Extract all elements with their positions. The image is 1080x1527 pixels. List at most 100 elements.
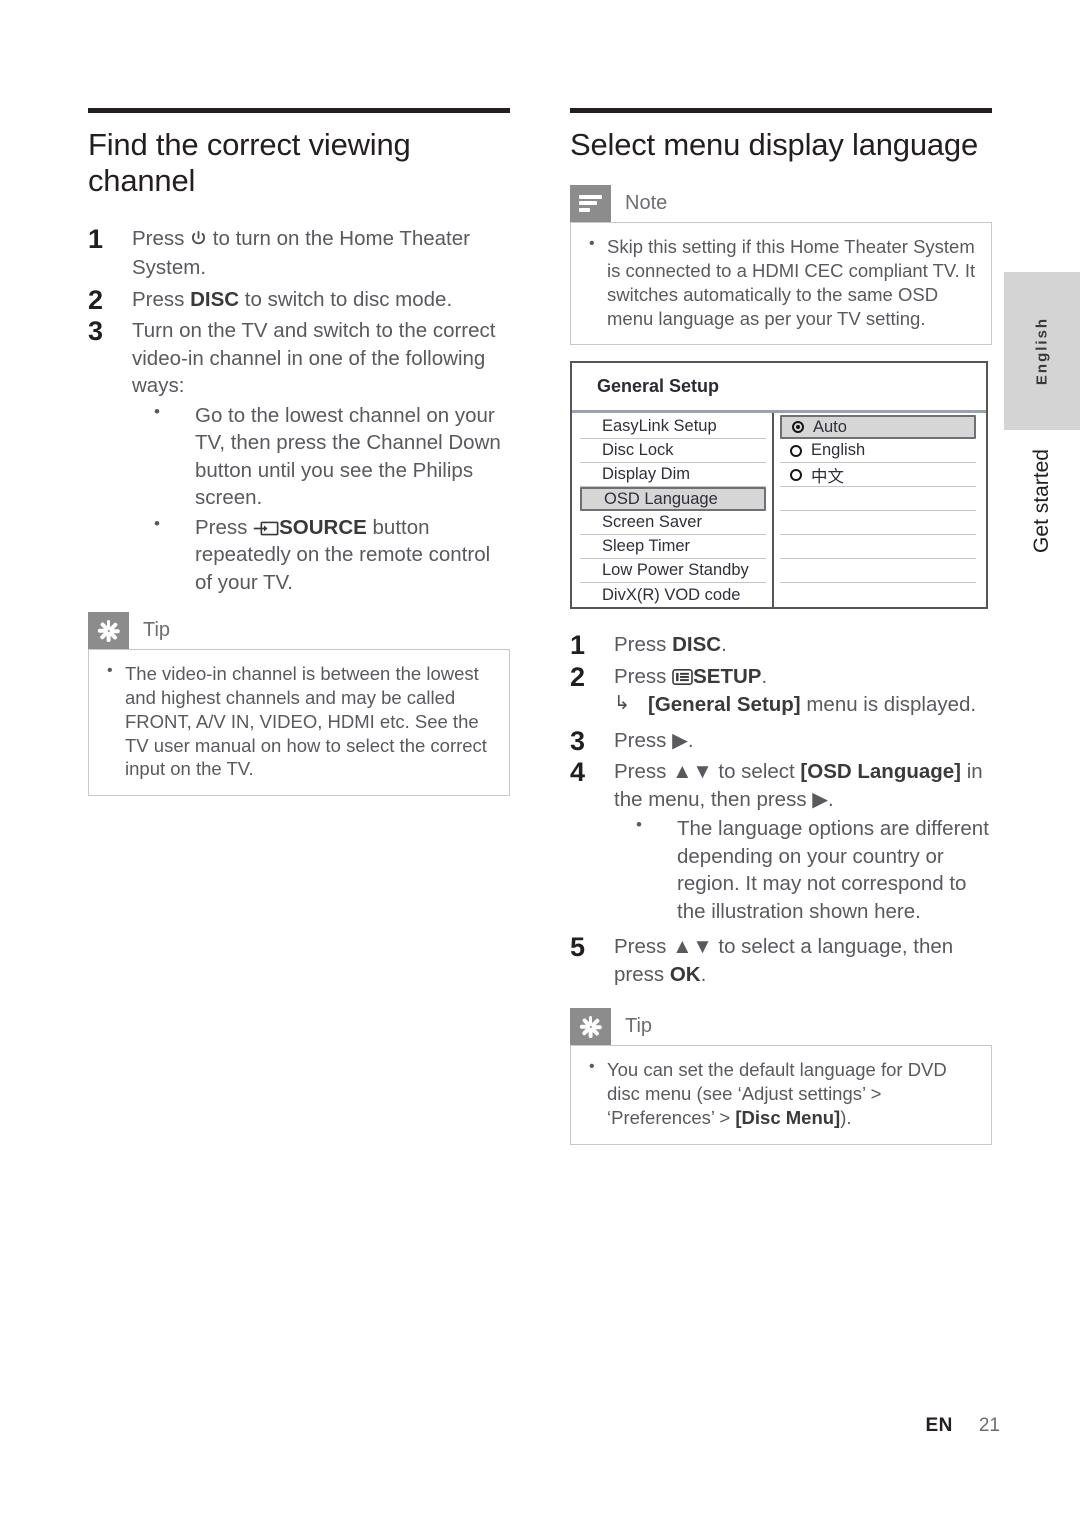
osd-option[interactable]: English bbox=[780, 439, 976, 464]
page-footer: EN 21 bbox=[0, 1415, 1000, 1437]
step-text-post: to switch to disc mode. bbox=[239, 287, 453, 311]
tip-text: You can set the default language for DVD… bbox=[585, 1057, 977, 1130]
tip-label: Tip bbox=[625, 1015, 653, 1038]
step-key-label: [OSD Language] bbox=[800, 760, 962, 784]
step-key-label: DISC bbox=[190, 287, 240, 311]
step-item: 1 Press DISC. bbox=[570, 630, 992, 660]
step-sub-bullets: The language options are different depen… bbox=[614, 814, 992, 925]
step-number: 5 bbox=[570, 932, 586, 963]
step-item: 3 Turn on the TV and switch to the corre… bbox=[88, 316, 510, 596]
note-lines-icon bbox=[570, 184, 611, 222]
tip-body: The video-in channel is between the lowe… bbox=[88, 649, 510, 797]
osd-option-empty bbox=[780, 511, 976, 536]
step-text-post: ▶. bbox=[672, 728, 694, 752]
radio-on-icon bbox=[792, 421, 804, 434]
right-column: Select menu display language Note Skip t… bbox=[570, 108, 992, 1145]
power-icon bbox=[190, 227, 207, 254]
step-number: 3 bbox=[88, 316, 104, 347]
section-rule-left bbox=[88, 108, 510, 113]
osd-option-label: Auto bbox=[813, 417, 847, 436]
result-menu-name: [General Setup] bbox=[648, 693, 801, 717]
list-item: The language options are different depen… bbox=[614, 814, 992, 925]
osd-option-empty bbox=[780, 583, 976, 607]
section-rule-right bbox=[570, 108, 992, 113]
sparkle-icon bbox=[570, 1008, 611, 1046]
step-text-post: . bbox=[721, 633, 727, 657]
step-item: 3 Press ▶. bbox=[570, 726, 992, 756]
radio-off-icon bbox=[790, 444, 802, 457]
tip-callout-left: Tip The video-in channel is between the … bbox=[88, 612, 510, 797]
step-item: 1 Press to turn on the Home Theater Syst… bbox=[88, 224, 510, 282]
osd-option-label: English bbox=[811, 441, 866, 460]
osd-option-selected[interactable]: Auto bbox=[780, 415, 976, 440]
step-key-label: OK bbox=[669, 962, 701, 986]
side-tab-chapter: Get started bbox=[1004, 436, 1080, 566]
osd-option-label: 中文 bbox=[811, 467, 844, 486]
osd-menu-item[interactable]: Display Dim bbox=[580, 463, 766, 488]
tip-menu-name: [Disc Menu] bbox=[735, 1106, 841, 1128]
osd-option-empty bbox=[780, 487, 976, 512]
footer-language-code: EN bbox=[925, 1415, 953, 1436]
step-text-pre: Press bbox=[614, 728, 673, 752]
page-number: 21 bbox=[978, 1415, 1000, 1436]
step-text-pre: Press bbox=[614, 664, 673, 688]
osd-menu-item[interactable]: EasyLink Setup bbox=[580, 415, 766, 440]
note-label: Note bbox=[625, 191, 668, 214]
tip-callout-right: Tip You can set the default language for… bbox=[570, 1008, 992, 1145]
step-item: 2 Press DISC to switch to disc mode. bbox=[88, 285, 510, 315]
tip-label: Tip bbox=[143, 619, 171, 641]
step-sub-bullets: Go to the lowest channel on your TV, the… bbox=[132, 401, 510, 596]
step-text-post: . bbox=[700, 962, 707, 986]
note-callout: Note Skip this setting if this Home Thea… bbox=[570, 184, 992, 346]
step-key-label: DISC bbox=[672, 633, 722, 657]
osd-menu-item[interactable]: Screen Saver bbox=[580, 511, 766, 536]
step-item: 2 Press SETUP. ↳ [General Setup] menu is … bbox=[570, 662, 992, 719]
note-body: Skip this setting if this Home Theater S… bbox=[570, 221, 992, 346]
step-text-pre: Press bbox=[614, 633, 673, 657]
source-icon bbox=[253, 516, 279, 535]
step-number: 1 bbox=[88, 223, 104, 254]
step-key-label: SETUP bbox=[693, 664, 762, 688]
osd-menu-item[interactable]: Low Power Standby bbox=[580, 559, 766, 584]
osd-menu-item[interactable]: Disc Lock bbox=[580, 439, 766, 464]
step-number: 4 bbox=[570, 757, 586, 788]
step-text-pre: Press ▲▼ to select bbox=[614, 760, 801, 784]
osd-menu-column: EasyLink Setup Disc Lock Display Dim OSD… bbox=[572, 413, 774, 608]
osd-option-empty bbox=[780, 535, 976, 560]
steps-list-left: 1 Press to turn on the Home Theater Syst… bbox=[88, 224, 510, 596]
note-text: Skip this setting if this Home Theater S… bbox=[585, 234, 977, 330]
note-header: Note bbox=[570, 184, 992, 222]
tip-header: Tip bbox=[570, 1008, 992, 1046]
step-text-post: . bbox=[761, 664, 768, 688]
osd-menu-item[interactable]: DivX(R) VOD code bbox=[580, 583, 766, 607]
page-title-right: Select menu display language bbox=[570, 127, 979, 162]
bullet-text-pre: Press bbox=[195, 515, 254, 539]
tip-header: Tip bbox=[88, 612, 510, 649]
list-item: Press SOURCE button repeatedly on the re… bbox=[132, 513, 510, 596]
step-text-pre: Press bbox=[132, 226, 191, 250]
osd-menu-illustration: General Setup EasyLink Setup Disc Lock D… bbox=[570, 361, 988, 610]
osd-menu-item[interactable]: Sleep Timer bbox=[580, 535, 766, 560]
setup-icon bbox=[672, 665, 693, 685]
osd-options-column: Auto English 中文 bbox=[774, 413, 986, 607]
osd-option-empty bbox=[780, 559, 976, 584]
osd-menu-item-selected[interactable]: OSD Language bbox=[580, 487, 766, 512]
step-text-pre: Press ▲▼ to select a language, then pres… bbox=[614, 935, 954, 986]
tip-text-post: ). bbox=[840, 1106, 852, 1128]
list-item: Go to the lowest channel on your TV, the… bbox=[132, 401, 510, 512]
page-title-left: Find the correct viewing channel bbox=[88, 127, 411, 198]
step-item: 4 Press ▲▼ to select [OSD Language] in t… bbox=[570, 757, 992, 925]
side-tab-chapter-label: Get started bbox=[1030, 449, 1053, 553]
left-column: Find the correct viewing channel 1 Press… bbox=[88, 108, 510, 797]
step-item: 5 Press ▲▼ to select a language, then pr… bbox=[570, 932, 992, 988]
sparkle-icon bbox=[88, 612, 129, 649]
side-tab-language-label: English bbox=[1033, 316, 1051, 386]
step-result: ↳ [General Setup] menu is displayed. bbox=[614, 691, 992, 718]
step-text-pre: Press bbox=[132, 287, 191, 311]
result-text: menu is displayed. bbox=[800, 693, 977, 717]
step-number: 2 bbox=[570, 661, 586, 692]
osd-option[interactable]: 中文 bbox=[780, 463, 976, 488]
bullet-key-label: SOURCE bbox=[279, 515, 367, 539]
tip-text: The video-in channel is between the lowe… bbox=[103, 661, 495, 781]
side-tab-language: English bbox=[1004, 272, 1080, 430]
